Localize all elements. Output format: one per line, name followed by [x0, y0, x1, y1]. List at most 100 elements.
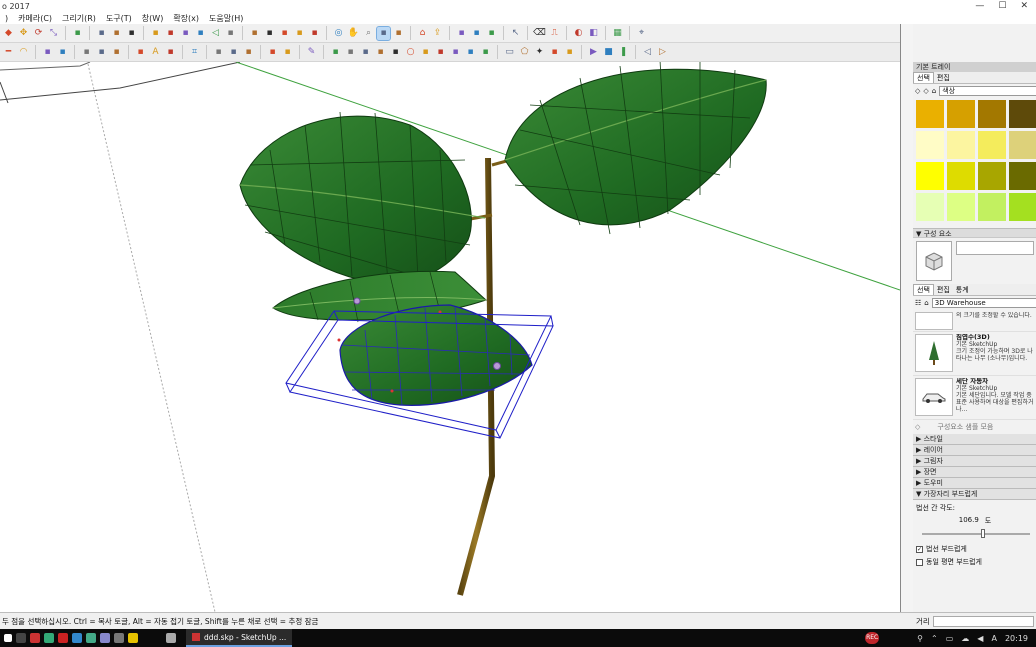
- tray-section-header[interactable]: ▶ 레이어: [913, 445, 1036, 456]
- cloud-icon[interactable]: ☁: [961, 634, 969, 643]
- top-icon[interactable]: ▪: [164, 27, 177, 40]
- push-icon[interactable]: ▪: [56, 46, 69, 59]
- arc-icon[interactable]: ◠: [17, 46, 30, 59]
- divide-icon[interactable]: ▪: [464, 46, 477, 59]
- taskbar-app-icon[interactable]: [58, 633, 68, 643]
- play-icon[interactable]: ▶: [587, 46, 600, 59]
- material-swatch[interactable]: [916, 131, 944, 159]
- catmull-icon[interactable]: ▪: [359, 46, 372, 59]
- left-icon[interactable]: ▪: [224, 27, 237, 40]
- scale-icon[interactable]: ⤡: [47, 27, 60, 40]
- grid-icon[interactable]: ▪: [95, 46, 108, 59]
- tray-section-header[interactable]: ▶ 그림자: [913, 456, 1036, 467]
- drape-icon[interactable]: ▪: [485, 27, 498, 40]
- material-swatch[interactable]: [1009, 100, 1036, 128]
- curve-icon[interactable]: ▪: [266, 46, 279, 59]
- angle-slider-thumb[interactable]: [981, 529, 986, 538]
- smooth-normals-checkbox[interactable]: ✓: [916, 545, 923, 553]
- move2-icon[interactable]: ▪: [41, 46, 54, 59]
- taskbar-app-icon[interactable]: [100, 633, 110, 643]
- styles-icon[interactable]: ◐: [572, 27, 585, 40]
- select-icon[interactable]: ↖: [509, 27, 522, 40]
- taskbar-app-icon[interactable]: [16, 633, 26, 643]
- iso-icon[interactable]: ▪: [149, 27, 162, 40]
- circle-icon[interactable]: ○: [404, 46, 417, 59]
- menu-window[interactable]: 창(W): [137, 13, 169, 24]
- warehouse-item[interactable]: 의 크기를 조정할 수 있습니다.: [913, 310, 1036, 332]
- shaded-icon[interactable]: ▪: [293, 27, 306, 40]
- eraser-icon[interactable]: ⌫: [533, 27, 546, 40]
- sandbox-icon[interactable]: ▪: [455, 27, 468, 40]
- materials-tab-select[interactable]: 선택: [913, 72, 934, 83]
- pen-icon[interactable]: ✎: [305, 46, 318, 59]
- text-icon[interactable]: A: [149, 46, 162, 59]
- spline-icon[interactable]: ▪: [281, 46, 294, 59]
- angle-slider[interactable]: [916, 528, 1034, 540]
- taskbar-app-icon[interactable]: [128, 633, 138, 643]
- fillet-icon[interactable]: ▪: [449, 46, 462, 59]
- grid2-icon[interactable]: ▪: [110, 46, 123, 59]
- leaf-top-right[interactable]: [504, 62, 767, 235]
- axes-icon[interactable]: ▪: [164, 46, 177, 59]
- language-indicator[interactable]: A: [991, 634, 996, 643]
- warehouse-search-input[interactable]: 3D Warehouse: [931, 298, 1036, 308]
- menu-extensions[interactable]: 확장(x): [168, 13, 204, 24]
- soften-edges-header[interactable]: ▼ 가장자리 부드럽게: [913, 489, 1036, 500]
- lasso-icon[interactable]: ▪: [212, 46, 225, 59]
- people-icon[interactable]: ⚲: [917, 634, 923, 643]
- taskbar-app-icon[interactable]: [30, 633, 40, 643]
- wire-icon[interactable]: ▪: [263, 27, 276, 40]
- ellipse-icon[interactable]: ▪: [419, 46, 432, 59]
- sample-components-link[interactable]: ◇ 구성요소 샘플 모음: [913, 420, 1036, 434]
- tag-icon[interactable]: ⌗: [188, 46, 201, 59]
- spiral-icon[interactable]: ▪: [434, 46, 447, 59]
- loop-icon[interactable]: ▪: [389, 46, 402, 59]
- bezier-icon[interactable]: ▪: [329, 46, 342, 59]
- rotate-icon[interactable]: ⟳: [32, 27, 45, 40]
- clock[interactable]: 20:19: [1005, 634, 1028, 643]
- profile-icon[interactable]: ⌖: [635, 27, 648, 40]
- warehouse-item[interactable]: 세단 자동차 기본 SketchUp 기본 세단입니다. 모델 작업 중 표준 …: [913, 376, 1036, 420]
- back-arrow-icon[interactable]: ◇: [915, 87, 920, 95]
- material-swatch[interactable]: [1009, 131, 1036, 159]
- tray-section-header[interactable]: ▶ 도우미: [913, 478, 1036, 489]
- polyline-icon[interactable]: ▪: [344, 46, 357, 59]
- front-icon[interactable]: ▪: [179, 27, 192, 40]
- zoom-icon[interactable]: ⌕: [362, 27, 375, 40]
- material-swatch[interactable]: [978, 162, 1006, 190]
- poly-icon[interactable]: ⬠: [518, 46, 531, 59]
- home-icon[interactable]: ⌂: [924, 299, 928, 307]
- material-swatch[interactable]: [947, 162, 975, 190]
- maximize-button[interactable]: ☐: [998, 1, 1006, 11]
- material-swatch[interactable]: [978, 193, 1006, 221]
- taskbar-app-icon[interactable]: [166, 633, 176, 643]
- components-tab-stats[interactable]: 통계: [953, 285, 972, 295]
- hidden-icon[interactable]: ▪: [278, 27, 291, 40]
- tray-section-header[interactable]: ▶ 장면: [913, 467, 1036, 478]
- menu-view[interactable]: ): [0, 14, 13, 23]
- menu-tools[interactable]: 도구(T): [101, 13, 137, 24]
- measure-input[interactable]: [932, 615, 1034, 627]
- components-tab-select[interactable]: 선택: [913, 284, 934, 295]
- zoom-extents-icon[interactable]: ▪: [392, 27, 405, 40]
- pan-icon[interactable]: ✋: [347, 27, 360, 40]
- move-icon[interactable]: ✥: [17, 27, 30, 40]
- rose-icon[interactable]: ▪: [563, 46, 576, 59]
- menu-camera[interactable]: 카메라(C): [13, 13, 57, 24]
- material-library-select[interactable]: 색상: [939, 86, 1036, 96]
- bend-icon[interactable]: ▪: [242, 46, 255, 59]
- material-swatch[interactable]: [947, 131, 975, 159]
- components-tab-edit[interactable]: 편집: [934, 285, 953, 295]
- material-swatch[interactable]: [947, 100, 975, 128]
- materials-tab-edit[interactable]: 편집: [934, 73, 953, 83]
- close-button[interactable]: ✕: [1020, 1, 1028, 11]
- menu-help[interactable]: 도움말(H): [204, 13, 248, 24]
- paint-icon[interactable]: ◆: [2, 27, 15, 40]
- taskbar-app-icon[interactable]: [86, 633, 96, 643]
- material-swatch[interactable]: [1009, 193, 1036, 221]
- next-icon[interactable]: ▷: [656, 46, 669, 59]
- dimension-icon[interactable]: ▪: [134, 46, 147, 59]
- material-swatch[interactable]: [916, 162, 944, 190]
- back-icon[interactable]: ◁: [641, 46, 654, 59]
- zoom-window-icon[interactable]: ▪: [376, 25, 391, 41]
